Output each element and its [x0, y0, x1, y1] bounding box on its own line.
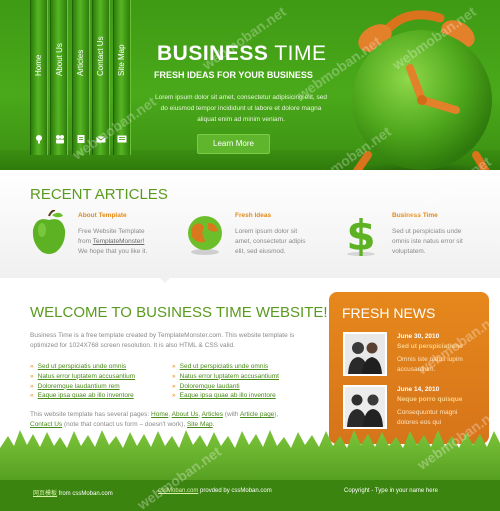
footer-from-text: from cssMoban.com	[57, 491, 113, 497]
footer-left: 网页模板 from cssMoban.com	[33, 488, 113, 497]
article-line: Lorem ipsum dolor sit	[235, 228, 298, 235]
articles-link[interactable]: Articles	[202, 411, 223, 418]
news-line: accusantium.	[397, 366, 436, 373]
welcome-text: Business Time is a free template created…	[30, 332, 295, 349]
article-line: from TemplateMonster!	[78, 237, 147, 247]
grass-alarm-clock-illustration	[348, 10, 494, 182]
pages-description: This website template has several pages:…	[30, 410, 330, 430]
list-link[interactable]: Natus error luptatem accusantiumt	[172, 372, 279, 382]
footer-copyright: Copyright - Type in your name here	[344, 488, 438, 494]
article-line: Sed ut perspiciatis unde	[392, 228, 462, 235]
nav-strip	[92, 0, 110, 155]
article-line: Free Website Template	[78, 228, 145, 235]
article-text: Lorem ipsum dolor sit amet, consectetur …	[235, 227, 305, 257]
footer-cn-link[interactable]: 网页模板	[33, 491, 57, 497]
contact-icon[interactable]	[96, 134, 106, 144]
list-link[interactable]: Sed ut perspiciatis unde omnis	[172, 362, 279, 372]
nav-item-about-us[interactable]: About Us	[55, 43, 64, 76]
home-link[interactable]: Home	[151, 411, 168, 418]
recent-articles-heading: RECENT ARTICLES	[30, 186, 168, 203]
nav-item-site-map[interactable]: Site Map	[117, 44, 126, 76]
home-icon[interactable]	[34, 134, 44, 144]
site-map-link[interactable]: Site Map	[187, 421, 213, 428]
article-line: amet, consectetur adipis	[235, 238, 306, 245]
article-title[interactable]: Fresh Ideas	[235, 212, 271, 219]
news-date: June 30, 2010	[397, 333, 440, 340]
articles-icon[interactable]	[76, 134, 86, 144]
article-line: voluptatem.	[392, 248, 426, 255]
nav-strip	[72, 0, 90, 155]
news-line: dolores eos qui	[397, 419, 442, 426]
about-us-link[interactable]: About Us	[172, 411, 199, 418]
nav-strip	[30, 0, 48, 155]
pages-end: .	[212, 421, 215, 428]
pages-close: ),	[274, 411, 279, 418]
site-subtitle: FRESH IDEAS FOR YOUR BUSINESS	[154, 70, 313, 80]
section-divider-notch	[158, 276, 172, 283]
news-photo[interactable]	[343, 385, 387, 429]
nav-strip	[50, 0, 68, 155]
footer-cssmoban-link[interactable]: cssMoban.com	[158, 488, 198, 494]
list-link[interactable]: Sed ut perspiciatis unde omnis	[30, 362, 135, 372]
fresh-news-heading: FRESH NEWS	[342, 305, 436, 321]
article-title[interactable]: About Template	[78, 212, 127, 219]
news-line: Consequuntur magni	[397, 409, 458, 416]
footer-middle: cssMoban.com provded by cssMoban.com	[158, 488, 272, 494]
green-apple-icon	[32, 210, 66, 254]
pages-intro: This website template has several pages:	[30, 411, 152, 418]
svg-text:$: $	[346, 212, 375, 256]
article-line: omnis iste natus error sit	[392, 238, 463, 245]
news-headline[interactable]: Sed ut perspiciatiune	[397, 343, 463, 350]
list-link[interactable]: Doloremque laudanti	[172, 382, 279, 392]
article-line-prefix: from	[78, 238, 93, 245]
list-link[interactable]: Eaque ipsa quae ab illo inventore	[30, 391, 135, 401]
site-title-light: TIME	[274, 42, 327, 65]
page: Home About Us Articles Contact Us Site M…	[0, 0, 500, 511]
pages-note: (note that contact us form – doesn't wor…	[62, 421, 187, 428]
article-line: We hope that you like it.	[78, 248, 148, 255]
grass-globe-icon	[188, 216, 222, 255]
news-text: Consequuntur magni dolores eos qui	[397, 408, 457, 428]
nav-item-articles[interactable]: Articles	[76, 50, 85, 76]
welcome-heading: WELCOME TO BUSINESS TIME WEBSITE!	[30, 304, 328, 321]
news-line: Omnis iste natus lupim	[397, 356, 463, 363]
nav-item-home[interactable]: Home	[34, 55, 43, 76]
article-line: elit, sed eiusmod.	[235, 248, 286, 255]
footer-provided-text: provded by cssMoban.com	[198, 488, 272, 494]
dollar-sign-icon: $	[346, 212, 376, 256]
article-text: Free Website Template from TemplateMonst…	[78, 227, 147, 257]
nav-strip	[113, 0, 131, 155]
site-title: BUSINESS TIME	[157, 42, 327, 66]
pages-with: (with	[222, 411, 240, 418]
templatemonster-link[interactable]: TemplateMonster!	[93, 238, 145, 245]
sitemap-icon[interactable]	[117, 134, 127, 144]
contact-us-link[interactable]: Contact Us	[30, 421, 62, 428]
list-link[interactable]: Natus error luptatem accusantium	[30, 372, 136, 382]
nav-item-contact-us[interactable]: Contact Us	[96, 36, 105, 76]
grass-footer-background	[0, 430, 500, 511]
news-date: June 14, 2010	[397, 386, 440, 393]
article-page-link[interactable]: Article page	[240, 411, 274, 418]
about-icon[interactable]	[55, 134, 65, 144]
news-text: Omnis iste natus lupim accusantium.	[397, 355, 463, 375]
list-link[interactable]: Doloremque laudantium rem	[30, 382, 135, 392]
link-list-left: Sed ut perspiciatis unde omnis Natus err…	[30, 362, 136, 401]
link-list-right: Sed ut perspiciatis unde omnis Natus err…	[172, 362, 279, 401]
news-photo[interactable]	[343, 332, 387, 376]
site-title-bold: BUSINESS	[157, 42, 269, 65]
article-title[interactable]: Business Time	[392, 212, 438, 219]
list-link[interactable]: Eaque ipsa quae ab illo inventore	[172, 391, 279, 401]
article-text: Sed ut perspiciatis unde omnis iste natu…	[392, 227, 463, 257]
header-description: Lorem ipsum dolor sit amet, consectetur …	[155, 94, 327, 123]
news-headline[interactable]: Neque porro quisque	[397, 396, 462, 403]
learn-more-button[interactable]: Learn More	[197, 134, 270, 154]
